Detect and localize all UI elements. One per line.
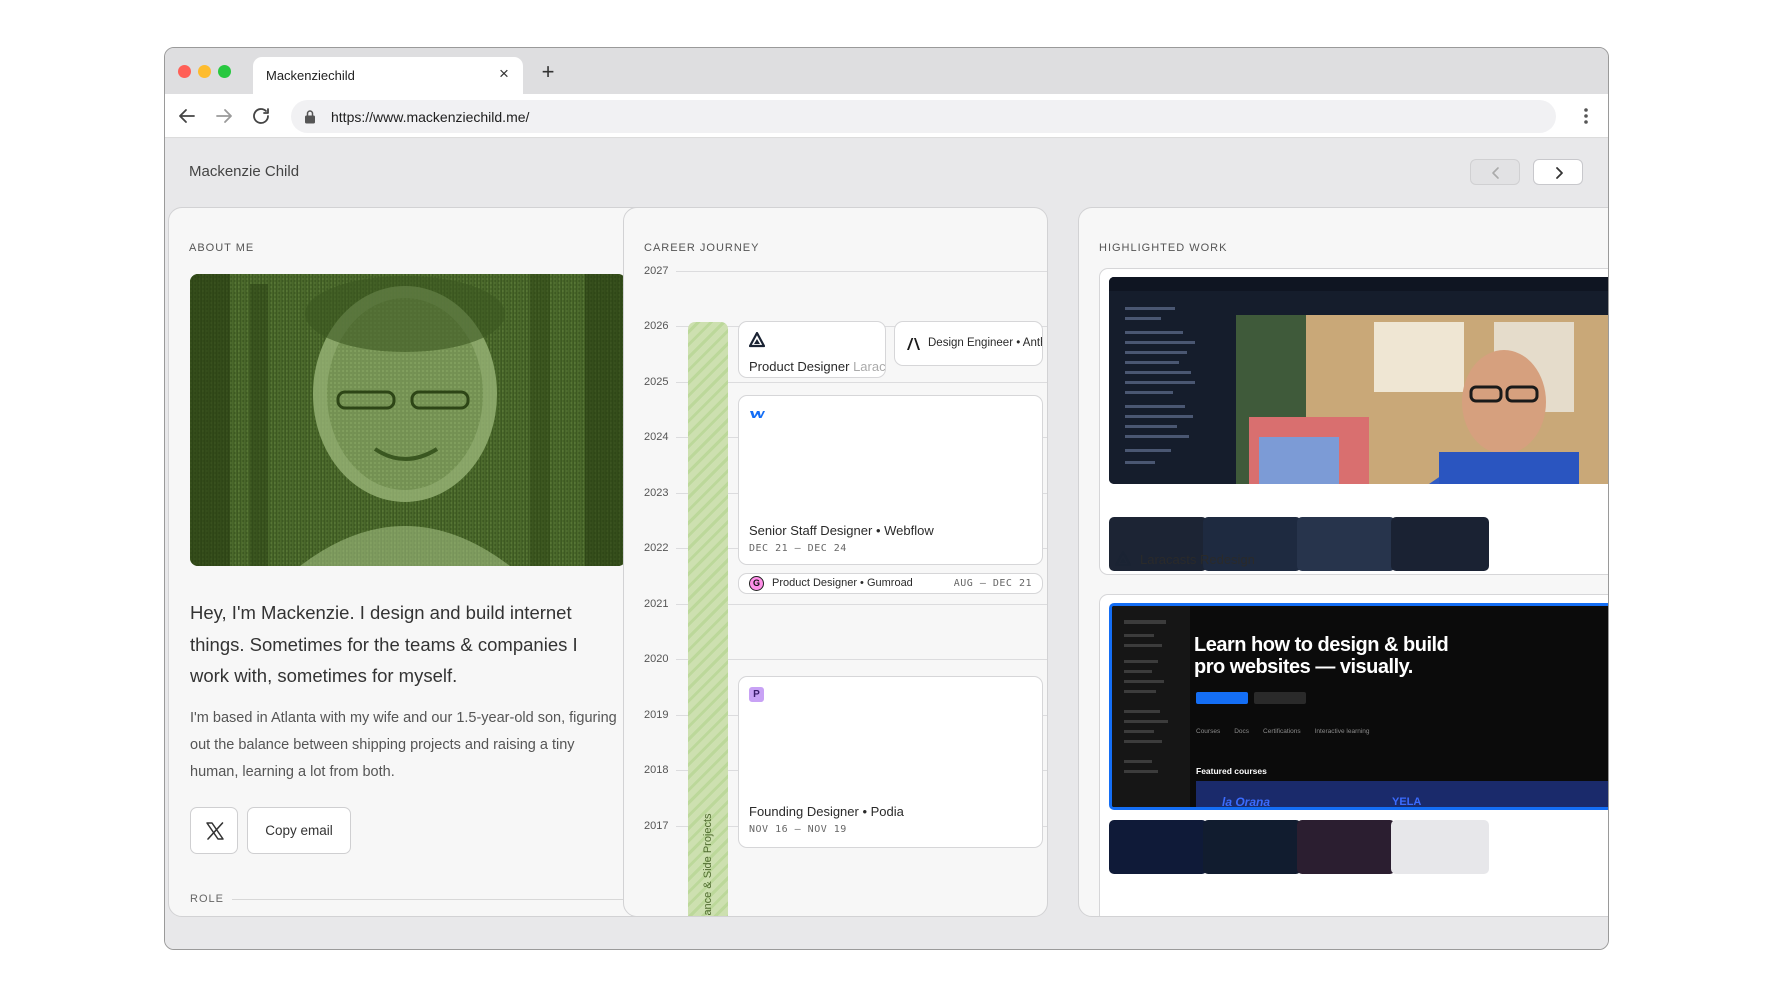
url-text: https://www.mackenziechild.me/ <box>331 109 530 125</box>
zoom-window-button[interactable] <box>218 65 231 78</box>
previous-page-button[interactable] <box>1470 159 1520 185</box>
close-window-button[interactable] <box>178 65 191 78</box>
webflow-thumbnail[interactable] <box>1203 820 1301 874</box>
tab-title: Mackenziechild <box>266 68 355 83</box>
year-label: 2017 <box>644 820 669 832</box>
browser-toolbar: https://www.mackenziechild.me/ <box>165 94 1608 138</box>
job-title: Product Designer Larac <box>749 359 886 374</box>
year-label: 2024 <box>644 431 669 443</box>
chevron-left-icon <box>1492 167 1499 179</box>
webflow-thumbnail[interactable] <box>1391 820 1489 874</box>
career-heading: CAREER JOURNEY <box>644 242 760 254</box>
laracasts-logo-icon <box>1115 551 1131 567</box>
about-lead-text: Hey, I'm Mackenzie. I design and build i… <box>190 602 578 686</box>
laracasts-thumbnail[interactable] <box>1297 517 1395 571</box>
year-label: 2026 <box>644 320 669 332</box>
chevron-right-icon <box>1556 167 1563 179</box>
webflow-headline: Learn how to design & build pro websites… <box>1194 634 1449 678</box>
work-heading: HIGHLIGHTED WORK <box>1099 242 1228 254</box>
lock-icon <box>305 110 315 124</box>
job-card-gumroad[interactable]: G Product Designer • Gumroad AUG — DEC 2… <box>738 573 1043 594</box>
role-divider <box>232 899 626 900</box>
year-label: 2022 <box>644 542 669 554</box>
webflow-logo-icon <box>750 411 765 418</box>
webflow-section-title: Featured courses <box>1196 766 1267 776</box>
job-title: Design Engineer • Anth <box>928 337 1043 349</box>
webflow-thumbnail[interactable] <box>1109 820 1207 874</box>
job-card-anthropic[interactable]: Design Engineer • Anth <box>894 321 1043 366</box>
address-bar[interactable]: https://www.mackenziechild.me/ <box>291 100 1556 133</box>
webflow-thumbnail[interactable] <box>1297 820 1395 874</box>
job-dates: DEC 21 — DEC 24 <box>749 543 847 554</box>
webflow-screenshot: Learn how to design & build pro websites… <box>1109 603 1608 810</box>
podia-logo-icon: P <box>749 687 764 702</box>
tab-close-icon[interactable]: × <box>495 65 513 83</box>
laracasts-logo-icon <box>749 332 765 348</box>
year-label: 2027 <box>644 265 669 277</box>
year-label: 2021 <box>644 598 669 610</box>
back-arrow-icon[interactable] <box>175 104 199 128</box>
year-label: 2023 <box>644 487 669 499</box>
browser-menu-icon[interactable] <box>1576 104 1596 128</box>
about-body-text: I'm based in Atlanta with my wife and ou… <box>190 710 617 780</box>
job-dates: AUG — DEC 21 <box>953 578 1032 589</box>
new-tab-icon[interactable]: + <box>537 61 559 83</box>
year-gridline <box>676 604 1047 605</box>
gumroad-logo-icon: G <box>749 576 764 591</box>
job-card-webflow[interactable]: Senior Staff Designer • Webflow DEC 21 —… <box>738 395 1043 565</box>
role-heading: ROLE <box>190 893 224 905</box>
tab-bar: Mackenziechild × + <box>165 48 1608 94</box>
work-item-webflow[interactable]: Learn how to design & build pro websites… <box>1099 594 1608 916</box>
forward-arrow-icon[interactable] <box>212 104 236 128</box>
webflow-course-tag: la Orana <box>1222 795 1271 809</box>
copy-email-button[interactable]: Copy email <box>247 807 351 854</box>
year-gridline <box>676 271 1047 272</box>
next-page-button[interactable] <box>1533 159 1583 185</box>
about-card: ABOUT ME Hey, I'm Mackenzie. I design an… <box>168 207 648 917</box>
year-label: 2018 <box>644 764 669 776</box>
webflow-course-tag: YELA <box>1392 796 1422 808</box>
side-projects-label: lance & Side Projects <box>702 813 714 917</box>
year-gridline <box>676 659 1047 660</box>
job-dates: NOV 16 — NOV 19 <box>749 824 847 835</box>
laracasts-video-graphic <box>1109 277 1608 484</box>
x-logo-icon <box>206 822 224 840</box>
site-name[interactable]: Mackenzie Child <box>189 163 299 180</box>
year-label: 2025 <box>644 376 669 388</box>
work-item-title: Laracasts Redesign <box>1140 552 1255 567</box>
job-title: Founding Designer • Podia <box>749 804 904 819</box>
laracasts-thumbnail[interactable] <box>1391 517 1489 571</box>
minimize-window-button[interactable] <box>198 65 211 78</box>
job-card-laracasts[interactable]: Product Designer Larac <box>738 321 886 378</box>
browser-window: Mackenziechild × + https://www.mackenzie… <box>164 47 1609 950</box>
job-card-podia[interactable]: P Founding Designer • Podia NOV 16 — NOV… <box>738 676 1043 848</box>
portrait-image <box>190 274 626 566</box>
year-label: 2019 <box>644 709 669 721</box>
year-label: 2020 <box>644 653 669 665</box>
work-item-laracasts[interactable]: Laracasts Redesign <box>1099 268 1608 575</box>
about-heading: ABOUT ME <box>189 242 255 254</box>
job-title: Senior Staff Designer • Webflow <box>749 523 934 538</box>
ascii-portrait-graphic <box>190 274 626 566</box>
browser-tab[interactable]: Mackenziechild × <box>253 57 523 94</box>
page-content: Mackenzie Child ABOUT ME Hey, I'm Macken… <box>165 139 1608 949</box>
career-card: CAREER JOURNEY 2027 2026 2025 2024 2023 … <box>623 207 1048 917</box>
webflow-nav-row: Courses Docs Certifications Interactive lea… <box>1196 728 1370 735</box>
work-card: HIGHLIGHTED WORK Laracasts Redesign Lear… <box>1078 207 1608 917</box>
job-title: Product Designer • Gumroad <box>772 577 913 589</box>
x-profile-button[interactable] <box>190 807 238 854</box>
side-projects-label-wrap: lance & Side Projects <box>698 768 718 917</box>
laracasts-screenshot <box>1109 277 1608 484</box>
reload-icon[interactable] <box>249 104 273 128</box>
year-gridline <box>676 382 1047 383</box>
anthropic-logo-icon <box>907 338 920 350</box>
